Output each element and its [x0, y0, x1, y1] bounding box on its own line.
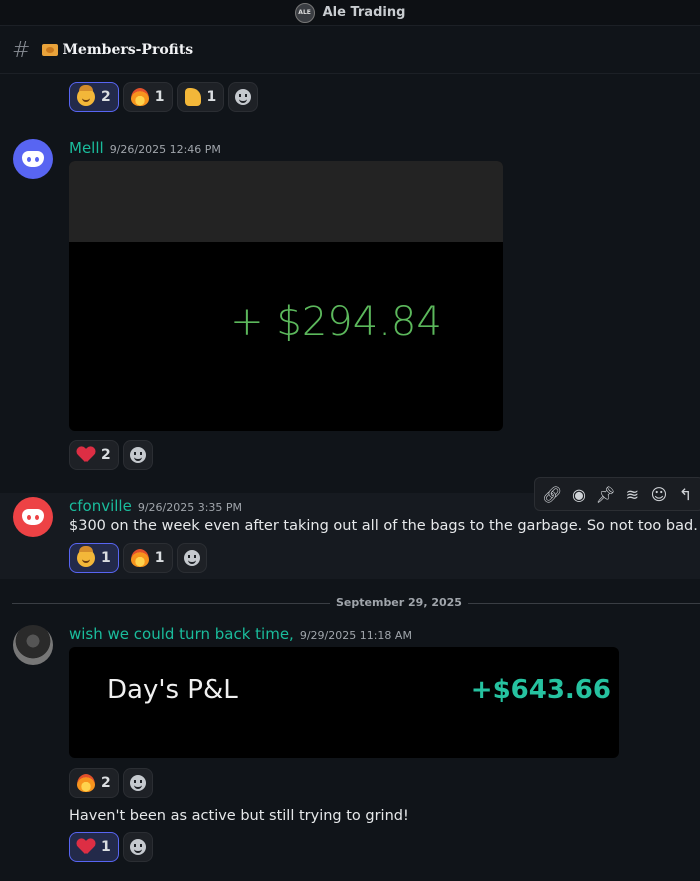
pnl-label: Day's P&L — [107, 675, 238, 705]
reaction-thumbs-up[interactable]: 1 — [176, 82, 225, 112]
link-icon[interactable]: 🔗︎ — [542, 484, 562, 504]
message-header: wish we could turn back time, 9/29/2025 … — [69, 625, 412, 643]
reaction-fire[interactable]: 1 — [122, 543, 173, 573]
avatar[interactable] — [13, 139, 53, 179]
channel-header: # Members-Profits — [0, 27, 700, 74]
reaction-bar: 2 1 1 — [69, 82, 259, 112]
cowboy-face-icon — [77, 546, 95, 567]
profit-value: +$643.66 — [470, 675, 611, 705]
reaction-count: 1 — [206, 89, 217, 105]
reaction-count: 2 — [101, 447, 111, 463]
reaction-count: 1 — [101, 550, 111, 566]
thread-icon[interactable]: ◉ — [569, 484, 589, 504]
reaction-count: 1 — [154, 89, 165, 105]
reaction-fire[interactable]: 1 — [122, 82, 173, 112]
reaction-heart[interactable]: 2 — [69, 440, 119, 470]
message-header: cfonville 9/26/2025 3:35 PM — [69, 497, 242, 515]
add-reaction-button[interactable] — [228, 82, 259, 112]
reply-icon[interactable]: ↰ — [676, 484, 696, 504]
username[interactable]: cfonville — [69, 497, 132, 515]
discord-logo-icon — [22, 151, 44, 167]
reaction-count: 1 — [101, 839, 111, 855]
username[interactable]: Melll — [69, 139, 104, 157]
reaction-bar: 2 — [69, 440, 153, 470]
profit-value: + $294.84 — [230, 299, 442, 345]
server-icon: ALE — [294, 2, 315, 23]
hash-icon: # — [12, 37, 31, 63]
fire-icon — [130, 549, 149, 567]
add-reaction-icon[interactable]: ☺ — [649, 484, 669, 504]
pin-icon[interactable]: 📌︎ — [595, 484, 615, 504]
discord-logo-icon — [22, 509, 44, 525]
timestamp: 9/26/2025 12:46 PM — [109, 143, 221, 156]
cowboy-face-icon — [77, 85, 95, 106]
fire-icon — [77, 774, 95, 792]
money-icon — [42, 44, 59, 56]
add-reaction-button[interactable] — [122, 440, 153, 470]
image-header-band — [69, 161, 503, 242]
reaction-count: 2 — [101, 775, 111, 791]
reaction-bar: 1 1 — [69, 543, 207, 573]
smile-icon — [129, 839, 146, 855]
avatar[interactable] — [13, 497, 53, 537]
heart-icon — [77, 839, 95, 855]
thumbs-up-icon — [184, 88, 201, 106]
reaction-heart[interactable]: 1 — [69, 832, 119, 862]
attachment-image[interactable]: Day's P&L +$643.66 — [69, 647, 619, 758]
message-text: $300 on the week even after taking out a… — [69, 518, 698, 534]
server-name: Ale Trading — [322, 5, 406, 20]
smile-icon — [235, 89, 252, 105]
reaction-count: 1 — [154, 550, 165, 566]
timestamp: 9/26/2025 3:35 PM — [137, 501, 243, 514]
reaction-fire[interactable]: 2 — [69, 768, 119, 798]
message-text: Haven't been as active but still trying … — [69, 808, 409, 824]
username[interactable]: wish we could turn back time, — [69, 625, 294, 643]
smile-icon — [183, 550, 200, 566]
channel-name[interactable]: Members-Profits — [62, 42, 193, 58]
date-divider-label: September 29, 2025 — [330, 596, 468, 609]
add-reaction-button[interactable] — [176, 543, 207, 573]
apps-icon[interactable]: ≋ — [622, 484, 642, 504]
add-reaction-button[interactable] — [122, 768, 153, 798]
fire-icon — [130, 88, 149, 106]
reaction-count: 2 — [101, 89, 111, 105]
reaction-bar: 1 — [69, 832, 153, 862]
reaction-cowboy[interactable]: 1 — [69, 543, 119, 573]
smile-icon — [129, 447, 146, 463]
avatar[interactable] — [13, 625, 53, 665]
reaction-bar: 2 — [69, 768, 153, 798]
reaction-cowboy[interactable]: 2 — [69, 82, 119, 112]
smile-icon — [129, 775, 146, 791]
message-header: Melll 9/26/2025 12:46 PM — [69, 139, 221, 157]
message-toolbar: 🔗︎ ◉ 📌︎ ≋ ☺ ↰ — [534, 477, 700, 511]
timestamp: 9/29/2025 11:18 AM — [299, 629, 412, 642]
title-bar: ALE Ale Trading — [0, 0, 700, 26]
attachment-image[interactable]: + $294.84 — [69, 161, 503, 431]
heart-icon — [77, 447, 95, 463]
add-reaction-button[interactable] — [122, 832, 153, 862]
